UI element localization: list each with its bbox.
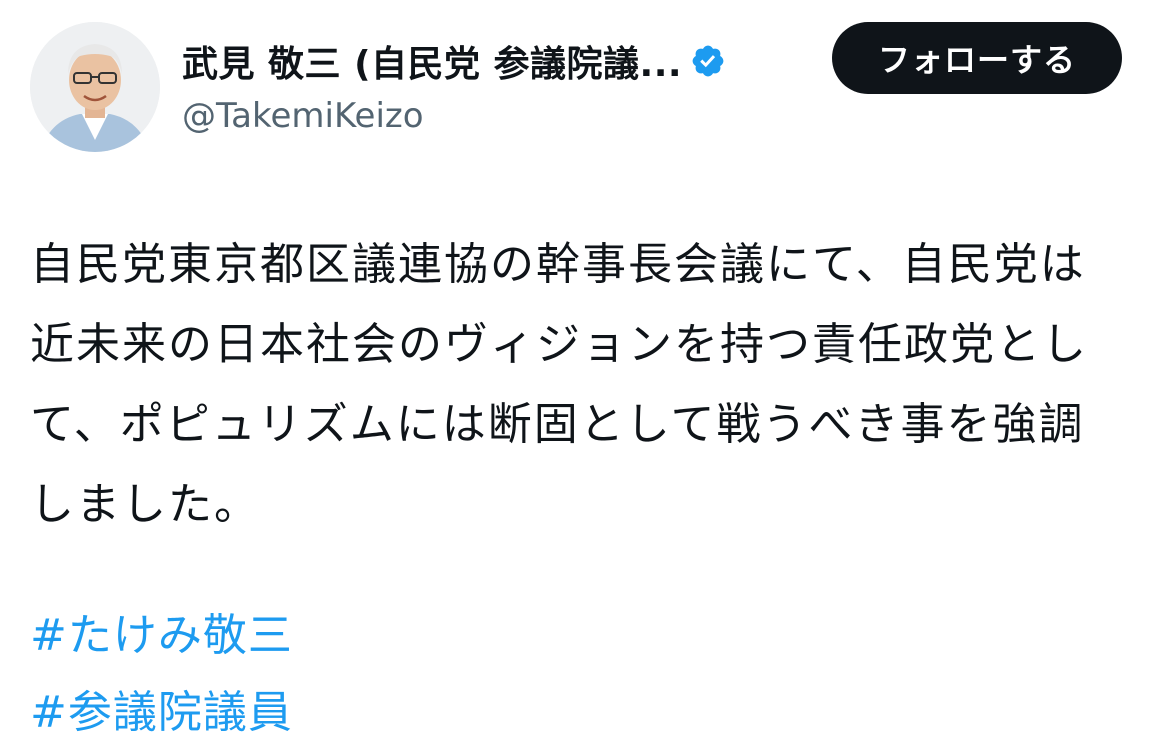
avatar[interactable] (30, 22, 160, 152)
tweet-header: 武見 敬三 (自民党 参議院議... @TakemiKeizo フォローする (30, 22, 1142, 152)
verified-badge-icon (690, 43, 726, 79)
profile-photo (30, 22, 160, 152)
tweet-text-line: て、ポピュリズムには断固として戦うべき事を強調 (30, 399, 1085, 450)
tweet-text-line: 自民党東京都区議連協の幹事長会議にて、自民党は (30, 239, 1086, 290)
author-handle[interactable]: @TakemiKeizo (182, 96, 822, 136)
hashtag-link[interactable]: #参議院議員 (30, 674, 293, 751)
tweet-text-line: しました。 (30, 479, 260, 530)
tweet-text: 自民党東京都区議連協の幹事長会議にて、自民党は 近未来の日本社会のヴィジョンを持… (30, 225, 1140, 545)
hashtag-list: #たけみ敬三 #参議院議員 (30, 597, 293, 751)
tweet-text-line: 近未来の日本社会のヴィジョンを持つ責任政党とし (30, 319, 1088, 370)
display-name[interactable]: 武見 敬三 (自民党 参議院議... (182, 35, 682, 87)
name-row: 武見 敬三 (自民党 参議院議... (182, 34, 822, 88)
follow-button[interactable]: フォローする (832, 22, 1122, 94)
hashtag-link[interactable]: #たけみ敬三 (30, 597, 293, 674)
author-info: 武見 敬三 (自民党 参議院議... @TakemiKeizo (182, 34, 822, 136)
